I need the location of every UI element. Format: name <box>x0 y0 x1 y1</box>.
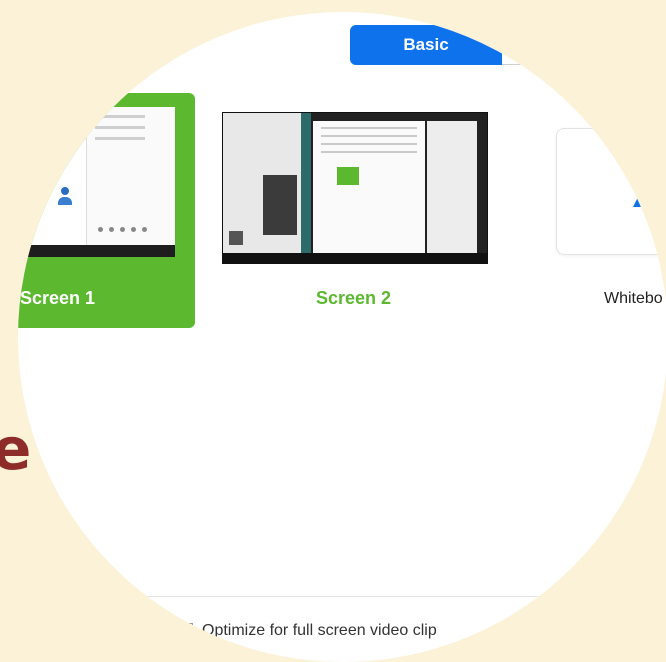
share-option-whiteboard[interactable] <box>556 128 666 255</box>
tab-advanced[interactable] <box>502 25 571 65</box>
screen-2-label: Screen 2 <box>316 288 392 308</box>
divider <box>18 596 666 597</box>
optimize-label[interactable]: Optimize for full screen video clip <box>202 622 437 640</box>
whiteboard-icon <box>633 191 649 207</box>
document-window <box>313 121 425 253</box>
taskbar <box>18 245 175 257</box>
screen-2-thumbnail[interactable] <box>222 112 488 264</box>
screen-1-label: Screen 1 <box>20 288 96 308</box>
optimize-checkbox[interactable] <box>180 623 193 636</box>
right-panel <box>427 121 477 253</box>
screen-1-thumbnail <box>18 107 175 257</box>
whiteboard-label: Whitebo <box>604 290 663 307</box>
thumbnail-highlight <box>337 167 359 185</box>
tab-basic[interactable]: Basic <box>350 25 502 65</box>
meeting-controls-icons <box>98 227 147 232</box>
avatar-icon <box>58 187 72 207</box>
share-dialog-magnified: Basic Screen 1 Screen 2 Whitebo Optimize… <box>18 12 666 662</box>
share-mode-tabs: Basic <box>350 25 571 65</box>
left-window <box>223 113 301 253</box>
sidebar-strip <box>301 113 311 253</box>
taskbar <box>223 253 487 263</box>
